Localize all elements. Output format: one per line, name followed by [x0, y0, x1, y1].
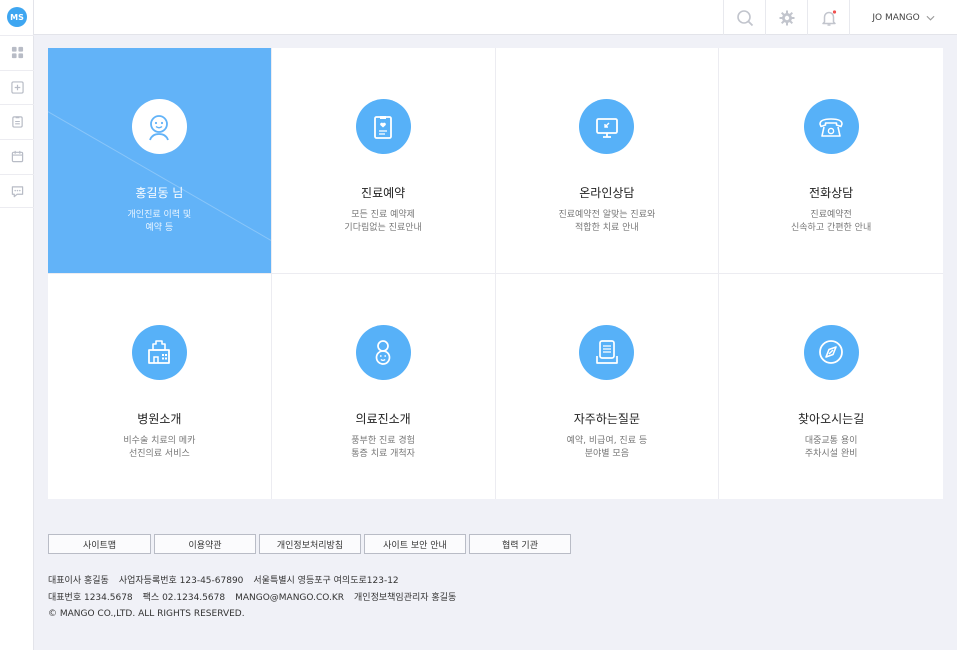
tile-reservation[interactable]: 진료예약 모든 진료 예약제기다림없는 진료안내	[271, 48, 496, 274]
chat-icon	[11, 185, 23, 197]
tile-desc-line1: 예약, 비급여, 진료 등	[566, 435, 648, 446]
tile-desc: 풍부한 진료 경험통증 치료 개척자	[351, 435, 415, 461]
tile-icon-circle	[803, 324, 859, 380]
telephone-icon	[819, 117, 843, 137]
tile-phone-consult[interactable]: 전화상담 진료예약전신속하고 간편한 안내	[719, 48, 943, 274]
chevron-down-icon	[926, 15, 935, 21]
document-icon	[596, 340, 618, 364]
footer-phone: 대표번호 1234.5678	[48, 592, 133, 603]
tile-icon-circle	[579, 324, 635, 380]
tile-title: 자주하는질문	[573, 411, 640, 426]
search-button[interactable]	[723, 0, 765, 35]
footer-address: 서울특별시 영등포구 여의도로123-12	[253, 576, 399, 586]
tile-desc-line2: 분야별 모음	[584, 448, 629, 459]
footer-security-button[interactable]: 사이트 보안 안내	[364, 534, 466, 554]
monitor-icon	[595, 117, 618, 138]
tile-desc-line1: 진료예약전 알맞는 진료와	[558, 210, 656, 220]
footer-ceo: 대표이사 홍길동	[48, 576, 109, 586]
tile-desc-line1: 대중교통 용이	[804, 435, 858, 446]
search-icon	[736, 9, 753, 26]
tile-icon-circle	[803, 99, 859, 154]
footer-line-2: 대표번호 1234.5678 팩스 02.1234.5678 MANGO@MANGO…	[48, 590, 466, 607]
tile-desc-line2: 신속하고 간편한 안내	[791, 223, 872, 233]
logo[interactable]: MS	[7, 7, 27, 27]
tile-desc: 대중교통 용이주차시설 완비	[805, 435, 858, 461]
tile-doctor-intro[interactable]: 의료진소개 풍부한 진료 경험통증 치료 개척자	[272, 273, 496, 499]
tile-icon-circle	[355, 324, 411, 380]
footer-copyright: © MANGO CO.,LTD. ALL RIGHTS RESERVED.	[48, 609, 245, 619]
tile-desc-line1: 개인진료 이력 및	[127, 210, 192, 220]
tile-profile[interactable]: 홍길동 님 개인진료 이력 및예약 등	[48, 48, 272, 274]
clipboard-icon	[11, 116, 23, 128]
tile-desc: 개인진료 이력 및예약 등	[128, 209, 192, 235]
settings-button[interactable]	[765, 0, 807, 35]
tile-title: 의료진소개	[355, 411, 411, 426]
tile-desc: 비수술 치료의 메카선진의료 서비스	[123, 435, 195, 461]
tile-hospital-intro[interactable]: 병원소개 비수술 치료의 메카선진의료 서비스	[48, 273, 272, 499]
footer-line-1: 대표이사 홍길동 사업자등록번호 123-45-67890 서울특별시 영등포구 여…	[48, 573, 466, 590]
tile-icon-circle	[131, 324, 187, 380]
tile-icon-circle	[131, 99, 187, 154]
footer-links: 사이트맵 이용약관 개인정보처리방침 사이트 보안 안내 협력 기관	[48, 534, 571, 554]
bell-icon	[821, 9, 836, 26]
tile-icon-circle	[355, 99, 411, 154]
tile-title: 찾아오시는길	[798, 411, 865, 426]
rail-item-calendar[interactable]	[0, 139, 34, 173]
tile-desc-line1: 비수술 치료의 메카	[123, 435, 196, 446]
tile-desc-line1: 모든 진료 예약제	[351, 210, 415, 220]
calendar-icon	[11, 150, 23, 163]
rail-item-chat[interactable]	[0, 174, 34, 208]
tile-desc-line2: 주차시설 완비	[804, 448, 858, 459]
grid-icon	[11, 46, 23, 59]
footer-privacy-button[interactable]: 개인정보처리방침	[259, 534, 361, 554]
footer-fax: 팩스 02.1234.5678	[142, 592, 226, 603]
tile-desc-line2: 선진의료 서비스	[128, 448, 190, 459]
footer-email: MANGO@MANGO.CO.KR	[235, 592, 345, 603]
plus-box-icon	[10, 81, 24, 94]
tile-title: 진료예약	[361, 186, 406, 200]
footer-partners-button[interactable]: 협력 기관	[469, 534, 571, 554]
tile-title: 온라인상담	[579, 186, 635, 200]
footer-business-number: 사업자등록번호 123-45-67890	[118, 576, 244, 586]
notifications-button[interactable]	[807, 0, 849, 35]
footer-terms-button[interactable]: 이용약관	[154, 534, 256, 554]
tile-desc-line1: 진료예약전	[810, 210, 852, 220]
user-name: JO MANGO	[872, 12, 920, 23]
tile-directions[interactable]: 찾아오시는길 대중교통 용이주차시설 완비	[719, 274, 943, 500]
tile-faq[interactable]: 자주하는질문 예약, 비급여, 진료 등분야별 모음	[496, 273, 720, 499]
gear-icon	[779, 10, 794, 25]
tile-online-consult[interactable]: 온라인상담 진료예약전 알맞는 진료와적합한 치료 안내	[495, 48, 720, 274]
user-menu[interactable]: JO MANGO	[849, 0, 957, 35]
tile-desc-line2: 적합한 치료 안내	[575, 223, 639, 233]
menu-grid: 홍길동 님 개인진료 이력 및예약 등 진료예약 모든 진료 예약제기다림없는 …	[48, 48, 943, 499]
tile-desc-line1: 풍부한 진료 경험	[351, 435, 415, 446]
tile-desc: 진료예약전신속하고 간편한 안내	[791, 209, 871, 235]
footer-privacy-officer: 개인정보책임관리자 홍길동	[354, 592, 457, 603]
tile-icon-circle	[579, 99, 635, 154]
tile-desc: 예약, 비급여, 진료 등분야별 모음	[567, 435, 648, 461]
left-rail: MS	[0, 0, 34, 650]
tile-title: 전화상담	[809, 186, 854, 200]
rail-item-dashboard[interactable]	[0, 35, 34, 69]
top-bar: JO MANGO	[34, 0, 957, 35]
doctor-icon	[375, 340, 391, 365]
tile-desc-line2: 통증 치료 개척자	[351, 448, 415, 459]
tile-desc: 진료예약전 알맞는 진료와적합한 치료 안내	[558, 209, 655, 235]
hospital-icon	[148, 340, 171, 364]
tile-desc: 모든 진료 예약제기다림없는 진료안내	[344, 209, 421, 235]
footer-sitemap-button[interactable]: 사이트맵	[48, 534, 151, 554]
footer-info: 대표이사 홍길동 사업자등록번호 123-45-67890 서울특별시 영등포구 여…	[48, 573, 466, 623]
tile-title: 병원소개	[137, 411, 182, 426]
compass-icon	[819, 340, 844, 364]
person-icon	[149, 114, 170, 140]
tile-desc-line2: 예약 등	[145, 223, 174, 233]
tile-desc-line2: 기다림없는 진료안내	[344, 223, 422, 233]
clipboard-heart-icon	[374, 115, 393, 139]
rail-item-add[interactable]	[0, 70, 34, 104]
rail-item-records[interactable]	[0, 104, 34, 138]
tile-title: 홍길동 님	[135, 186, 184, 200]
